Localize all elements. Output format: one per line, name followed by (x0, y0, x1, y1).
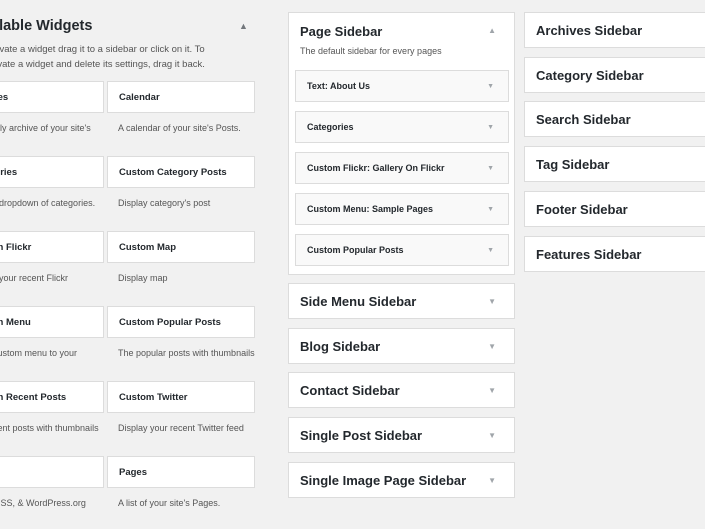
chevron-up-icon[interactable]: ▲ (239, 21, 248, 31)
sidebar-title[interactable]: Tag Sidebar (536, 157, 609, 172)
widget-description: Display map (118, 273, 168, 283)
sidebar-area[interactable]: Features Sidebar (524, 235, 705, 272)
widget-card[interactable]: Custom Menu (0, 306, 104, 338)
chevron-down-icon[interactable]: ▼ (488, 476, 496, 485)
widget-description: A monthly archive of your site's Posts. (0, 123, 91, 133)
sidebar-area[interactable]: Footer Sidebar (524, 190, 705, 227)
widget-description: The popular posts with thumbnails (118, 348, 255, 358)
widget-label: Custom Recent Posts (0, 392, 67, 403)
sidebar-area[interactable]: Single Image Page Sidebar ▼ (288, 461, 515, 498)
sidebar-widget-label: Custom Menu: Sample Pages (307, 204, 434, 214)
sidebar-title[interactable]: Footer Sidebar (536, 202, 628, 217)
widget-label: Categories (0, 167, 18, 178)
sidebar-widget[interactable]: Custom Flickr: Gallery On Flickr ▼ (295, 152, 509, 184)
widget-description: Display category's post (118, 198, 211, 208)
sidebar-title[interactable]: Category Sidebar (536, 68, 644, 83)
chevron-down-icon[interactable]: ▼ (488, 342, 496, 351)
chevron-up-icon[interactable]: ▲ (488, 26, 496, 35)
widget-card[interactable]: Custom Recent Posts (0, 381, 104, 413)
sidebar-area[interactable]: Contact Sidebar ▼ (288, 372, 515, 409)
widget-card[interactable]: Custom Category Posts (107, 156, 255, 188)
sidebar-title[interactable]: Single Image Page Sidebar (300, 473, 466, 488)
widget-card[interactable]: Custom Flickr (0, 231, 104, 263)
sidebar-area[interactable]: Search Sidebar (524, 101, 705, 138)
widget-description: A calendar of your site's Posts. (118, 123, 241, 133)
sidebar-title[interactable]: Features Sidebar (536, 247, 642, 262)
sidebar-area[interactable]: Category Sidebar (524, 56, 705, 93)
widget-description: Display your recent Flickr (0, 273, 69, 283)
sidebar-widget[interactable]: Custom Menu: Sample Pages ▼ (295, 193, 509, 225)
widget-label: Pages (119, 467, 147, 478)
widget-description: Add a custom menu to your sidebar. (0, 348, 78, 358)
widget-card[interactable]: Archives (0, 81, 104, 113)
widget-label: Custom Flickr (0, 242, 32, 253)
widget-card[interactable]: Categories (0, 156, 104, 188)
sidebar-widget[interactable]: Categories ▼ (295, 111, 509, 143)
widget-label: Custom Twitter (119, 392, 188, 403)
widget-card[interactable]: Calendar (107, 81, 255, 113)
chevron-down-icon[interactable]: ▼ (488, 297, 496, 306)
sidebar-title[interactable]: Side Menu Sidebar (300, 294, 416, 309)
widget-description: Display your recent Twitter feed (118, 423, 244, 433)
widget-card[interactable]: Custom Map (107, 231, 255, 263)
available-widgets-description: To activate a widget drag it to a sideba… (0, 44, 205, 70)
available-widgets-title: Available Widgets (0, 18, 93, 34)
sidebar-description: The default sidebar for every pages (300, 46, 442, 56)
sidebar-title[interactable]: Blog Sidebar (300, 339, 380, 354)
sidebar-widget[interactable]: Custom Popular Posts ▼ (295, 234, 509, 266)
sidebar-area[interactable]: Blog Sidebar ▼ (288, 327, 515, 364)
widget-description: A list or dropdown of categories. (0, 198, 96, 208)
widget-label: Custom Map (119, 242, 176, 253)
sidebar-widget-label: Categories (307, 122, 354, 132)
widget-description: Login, RSS, & WordPress.org links. (0, 498, 86, 508)
widget-label: Custom Popular Posts (119, 317, 221, 328)
sidebar-page-sidebar[interactable]: Page Sidebar ▲ The default sidebar for e… (288, 12, 515, 275)
widget-card[interactable]: Meta (0, 456, 104, 488)
widget-description: The recent posts with thumbnails (0, 423, 99, 433)
sidebar-widget-label: Text: About Us (307, 81, 370, 91)
widget-label: Archives (0, 92, 9, 103)
sidebar-widget[interactable]: Text: About Us ▼ (295, 70, 509, 102)
sidebar-widget-label: Custom Flickr: Gallery On Flickr (307, 163, 445, 173)
widget-label: Custom Category Posts (119, 167, 227, 178)
sidebar-area[interactable]: Archives Sidebar (524, 12, 705, 48)
sidebar-widget-label: Custom Popular Posts (307, 245, 404, 255)
widget-card[interactable]: Custom Popular Posts (107, 306, 255, 338)
chevron-down-icon[interactable]: ▼ (487, 165, 494, 172)
chevron-down-icon[interactable]: ▼ (487, 247, 494, 254)
sidebar-area[interactable]: Side Menu Sidebar ▼ (288, 283, 515, 319)
widget-card[interactable]: Custom Twitter (107, 381, 255, 413)
sidebar-title[interactable]: Archives Sidebar (536, 23, 642, 38)
chevron-down-icon[interactable]: ▼ (488, 431, 496, 440)
sidebar-area[interactable]: Single Post Sidebar ▼ (288, 417, 515, 454)
sidebar-title[interactable]: Single Post Sidebar (300, 428, 422, 443)
sidebar-area[interactable]: Tag Sidebar (524, 146, 705, 183)
widget-description: A list of your site's Pages. (118, 498, 221, 508)
widget-card[interactable]: Pages (107, 456, 255, 488)
sidebar-title[interactable]: Search Sidebar (536, 112, 631, 127)
chevron-down-icon[interactable]: ▼ (487, 206, 494, 213)
available-widgets-panel: Available Widgets ▲ To activate a widget… (0, 0, 265, 529)
widget-label: Custom Menu (0, 317, 31, 328)
chevron-down-icon[interactable]: ▼ (487, 83, 494, 90)
widget-label: Calendar (119, 92, 160, 103)
sidebar-title[interactable]: Page Sidebar (300, 24, 382, 39)
chevron-down-icon[interactable]: ▼ (488, 386, 496, 395)
chevron-down-icon[interactable]: ▼ (487, 124, 494, 131)
sidebar-title[interactable]: Contact Sidebar (300, 383, 400, 398)
